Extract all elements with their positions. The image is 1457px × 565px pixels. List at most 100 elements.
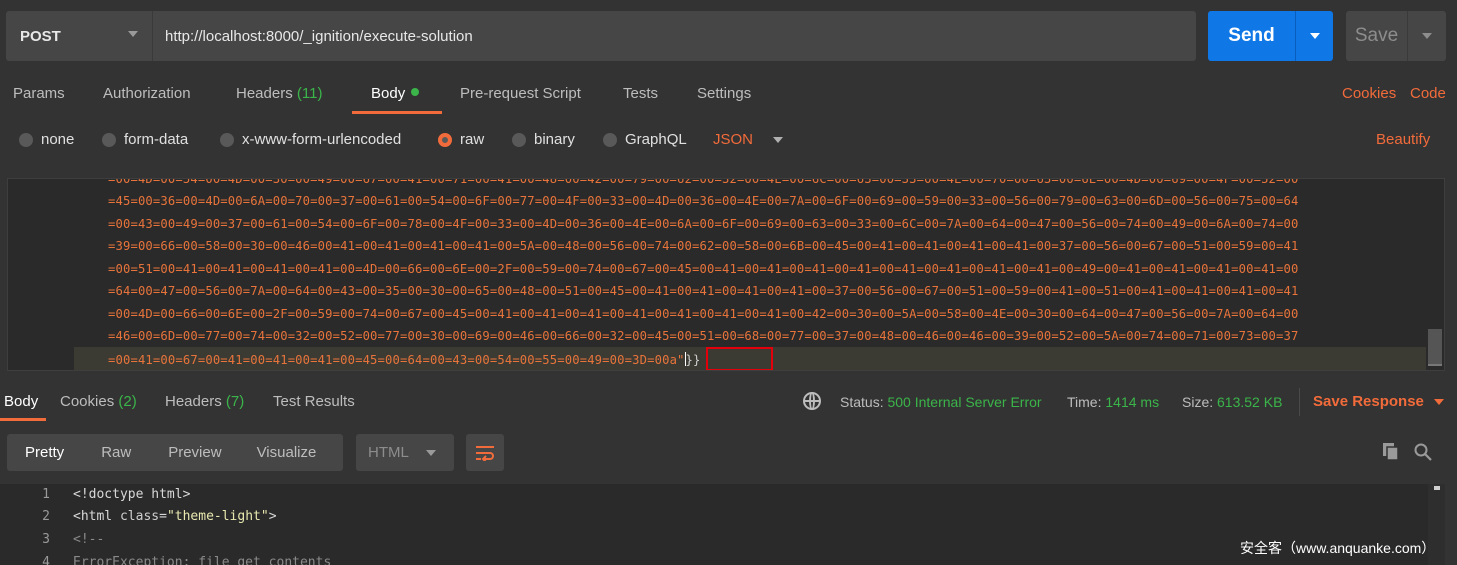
response-tab-test-results-label: Test Results (273, 393, 355, 410)
url-text: http://localhost:8000/_ignition/execute-… (165, 27, 473, 45)
radio-circle-icon (102, 132, 116, 147)
postman-window: POST http://localhost:8000/_ignition/exe… (0, 0, 1457, 565)
tab-params[interactable]: Params (13, 85, 65, 102)
code-line: =00=4D=00=54=00=4D=00=30=00=49=00=67=00=… (108, 178, 1299, 186)
radio-selected-icon (438, 132, 452, 147)
save-button[interactable]: Save (1346, 11, 1446, 61)
send-options-button[interactable] (1296, 33, 1333, 39)
radio-urlencoded[interactable]: x-www-form-urlencoded (220, 131, 401, 148)
save-options-button[interactable] (1408, 33, 1446, 39)
caret-down-icon (426, 450, 436, 456)
tab-settings-label: Settings (697, 85, 752, 102)
view-pretty-button[interactable]: Pretty (25, 444, 64, 461)
headers-count-badge: (11) (296, 85, 323, 102)
radio-circle-icon (19, 132, 33, 147)
response-tab-headers-label: Headers (165, 393, 222, 410)
line-number: 2 (42, 509, 50, 524)
code-line-last: =00=41=00=67=00=41=00=41=00=41=00=45=00=… (108, 352, 701, 367)
modified-dot-icon (411, 88, 420, 96)
tab-prerequest-script[interactable]: Pre-request Script (460, 85, 581, 102)
response-format-select[interactable]: HTML (356, 434, 454, 471)
raw-format-label: JSON (713, 131, 754, 148)
code-line: =45=00=36=00=4D=00=6A=00=70=00=37=00=61=… (108, 194, 1299, 208)
tab-params-label: Params (13, 85, 65, 102)
scrollbar-thumb[interactable] (1428, 329, 1442, 365)
request-body-editor[interactable]: =00=4D=00=54=00=4D=00=30=00=49=00=67=00=… (7, 178, 1445, 371)
radio-raw-label: raw (460, 131, 485, 148)
code-line-prefix: =00=41=00=67=00=41=00=41=00=41=00=45=00=… (108, 353, 655, 367)
method-select[interactable]: POST (6, 11, 152, 61)
tab-body[interactable]: Body (371, 85, 420, 102)
caret-down-icon (1433, 398, 1444, 405)
time-label: Time: (1067, 394, 1102, 410)
search-icon[interactable] (1414, 443, 1432, 461)
radio-urlencoded-label: x-www-form-urlencoded (242, 131, 402, 148)
wrap-lines-button[interactable] (466, 434, 504, 471)
status-label: Status: (840, 394, 884, 410)
line-number: 4 (42, 555, 50, 565)
view-raw-button[interactable]: Raw (101, 444, 131, 461)
wrap-lines-icon (476, 445, 494, 461)
response-tab-test-results[interactable]: Test Results (273, 393, 355, 410)
radio-form-data[interactable]: form-data (102, 131, 188, 148)
code-line: =00=51=00=41=00=41=00=41=00=41=00=4D=00=… (108, 262, 1299, 276)
radio-raw[interactable]: raw (438, 131, 484, 148)
code-line: =64=00=47=00=56=00=7A=00=64=00=43=00=35=… (108, 284, 1299, 298)
tab-authorization[interactable]: Authorization (103, 85, 191, 102)
editor-scrollbar[interactable] (1426, 179, 1444, 370)
response-code-line: <html class="theme-light"> (73, 509, 277, 524)
save-response-label: Save Response (1313, 393, 1424, 410)
send-label: Send (1228, 25, 1275, 46)
html-tag-close: > (268, 509, 277, 524)
radio-circle-icon (603, 132, 617, 147)
response-body-viewer[interactable]: 1 2 3 4 <!doctype html> <html class="the… (0, 484, 1445, 565)
save-response-button[interactable]: Save Response (1313, 393, 1444, 410)
tab-body-label: Body (371, 85, 406, 102)
copy-icon[interactable] (1383, 443, 1399, 461)
closing-braces: }} (685, 353, 701, 367)
active-tab-indicator (352, 111, 442, 114)
view-visualize-button[interactable]: Visualize (257, 444, 317, 461)
response-active-tab-indicator (0, 418, 46, 421)
radio-none-label: none (41, 131, 75, 148)
radio-binary[interactable]: binary (512, 131, 575, 148)
raw-format-select[interactable]: JSON (713, 131, 784, 148)
size-readout: Size: 613.52 KB (1182, 394, 1282, 410)
response-tab-body[interactable]: Body (4, 393, 38, 410)
status-readout: Status: 500 Internal Server Error (840, 394, 1042, 410)
tab-tests[interactable]: Tests (623, 85, 658, 102)
view-preview-button[interactable]: Preview (168, 444, 221, 461)
cookies-link[interactable]: Cookies (1342, 85, 1396, 102)
doctype-text: <!doctype html> (73, 487, 191, 502)
radio-circle-icon (512, 132, 526, 147)
response-tab-cookies[interactable]: Cookies (2) (60, 393, 137, 410)
code-line: =00=43=00=49=00=37=00=61=00=54=00=6F=00=… (108, 217, 1299, 231)
time-value: 1414 ms (1105, 394, 1160, 410)
radio-none[interactable]: none (19, 131, 74, 148)
radio-binary-label: binary (534, 131, 575, 148)
watermark-text: 安全客（www.anquanke.com） (1240, 540, 1436, 556)
method-label: POST (20, 27, 61, 45)
tab-tests-label: Tests (623, 85, 659, 102)
radio-graphql[interactable]: GraphQL (603, 131, 687, 148)
send-button[interactable]: Send (1208, 11, 1333, 61)
tab-prerequest-label: Pre-request Script (460, 85, 581, 102)
radio-circle-icon (220, 132, 234, 147)
response-tab-body-label: Body (4, 393, 39, 410)
time-readout: Time: 1414 ms (1067, 394, 1159, 410)
scrollbar-marker (1434, 486, 1440, 490)
scrollbar-marker (1428, 364, 1442, 366)
response-tab-headers[interactable]: Headers (7) (165, 393, 244, 410)
beautify-link[interactable]: Beautify (1376, 131, 1430, 148)
radio-graphql-label: GraphQL (625, 131, 687, 148)
code-link[interactable]: Code (1410, 85, 1446, 102)
globe-icon[interactable] (803, 392, 821, 410)
meta-divider (1299, 388, 1300, 416)
html-attr-name: class (119, 509, 160, 524)
url-input[interactable]: http://localhost:8000/_ignition/execute-… (152, 11, 1196, 61)
caret-down-icon (1309, 33, 1320, 39)
tab-settings[interactable]: Settings (697, 85, 751, 102)
response-format-label: HTML (368, 444, 409, 461)
tab-headers[interactable]: Headers (11) (236, 85, 322, 102)
chevron-down-icon (128, 31, 138, 37)
